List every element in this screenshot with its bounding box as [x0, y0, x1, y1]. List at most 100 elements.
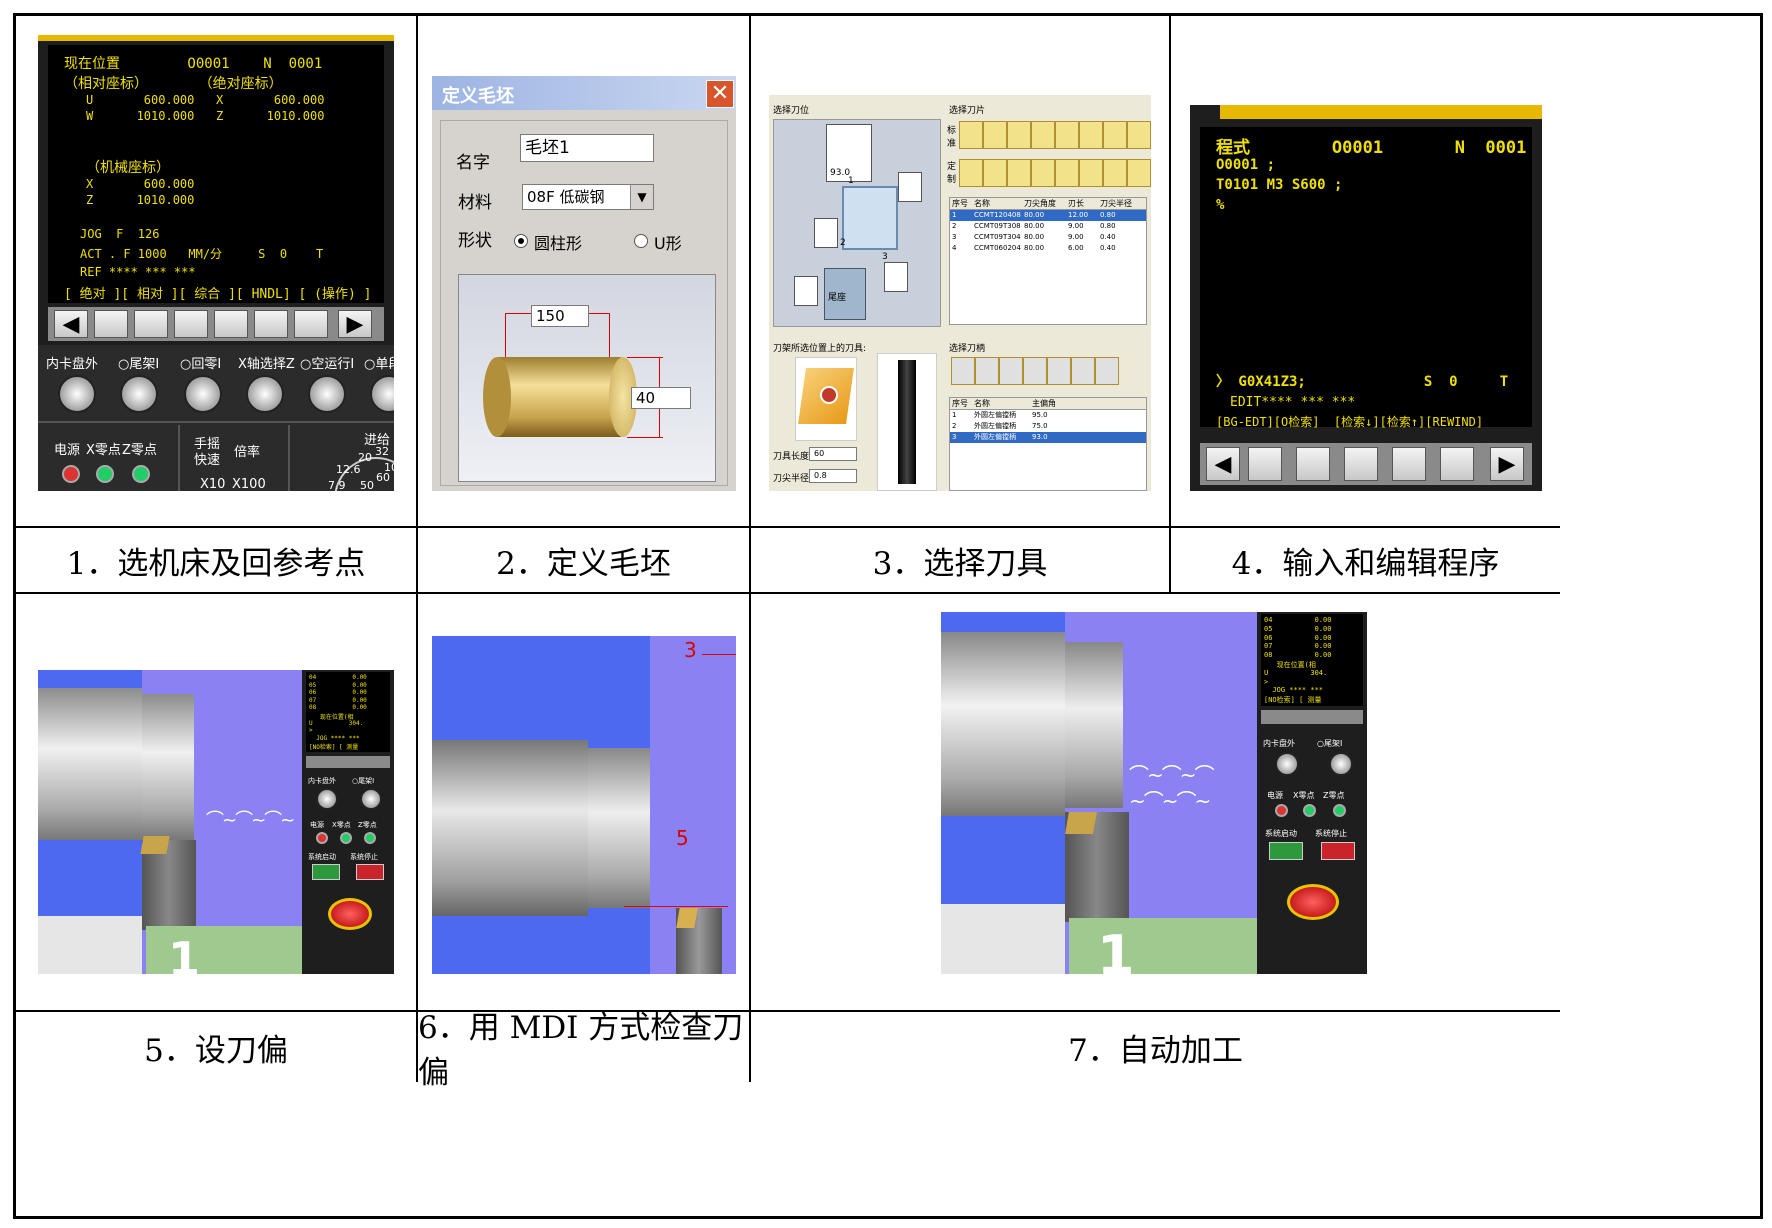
table-row[interactable]: 2 外圆左偏镗柄 75.0 — [950, 421, 1146, 432]
chevron-down-icon[interactable]: ▼ — [630, 185, 653, 209]
insert-shape-icon[interactable] — [1031, 159, 1055, 187]
softkey-button[interactable] — [134, 310, 168, 338]
softkey-button[interactable] — [214, 310, 248, 338]
selector-knob[interactable] — [308, 375, 346, 413]
table-cell: 0.40 — [1100, 233, 1116, 241]
turret-slot[interactable] — [794, 276, 818, 306]
insert-shape-icon[interactable] — [1055, 159, 1079, 187]
selector-knob[interactable] — [370, 375, 394, 413]
workpiece — [38, 688, 142, 840]
table-row[interactable]: 3 CCMT09T304 80.00 9.00 0.40 — [950, 232, 1146, 243]
turret-slot[interactable] — [898, 172, 922, 202]
selector-knob[interactable] — [360, 788, 382, 810]
holder-shape-icon[interactable] — [999, 357, 1023, 385]
softkey-button[interactable] — [94, 310, 128, 338]
screen-line: ACT . F 1000 MM/分 S 0 T — [80, 247, 324, 261]
insert-shape-icon[interactable] — [959, 159, 983, 187]
softkey-button[interactable] — [294, 310, 328, 338]
insert-shape-icon[interactable] — [1127, 159, 1151, 187]
close-icon[interactable]: ✕ — [706, 80, 734, 108]
tip-radius-input[interactable]: 0.8 — [809, 469, 857, 483]
table-row[interactable]: 1 CCMT120408 80.00 12.00 0.80 — [950, 210, 1146, 221]
prev-softkey-button[interactable]: ◀ — [54, 310, 88, 338]
power-led — [316, 832, 328, 844]
blank-preview: 150 40 — [458, 274, 716, 482]
system-stop-button[interactable] — [356, 864, 384, 880]
emergency-stop-button[interactable] — [1287, 884, 1339, 920]
prev-softkey-button[interactable]: ◀ — [1206, 447, 1240, 481]
table-row[interactable]: 1 外圆左偏镗柄 95.0 — [950, 410, 1146, 421]
operator-panel: 内卡盘外 ○尾架Ⅰ ○回零Ⅰ X轴选择Z ○空运行Ⅰ ○单段 电源 X零点 Z零… — [38, 345, 394, 491]
cylinder-radio[interactable] — [514, 234, 528, 248]
insert-shape-icon[interactable] — [1031, 121, 1055, 149]
softkey-button[interactable] — [174, 310, 208, 338]
insert-shape-icon[interactable] — [983, 159, 1007, 187]
holder-shape-icon[interactable] — [1071, 357, 1095, 385]
led-label: X零点 — [1293, 791, 1315, 800]
insert-shape-icon[interactable] — [1103, 159, 1127, 187]
table-cell: 9.00 — [1068, 233, 1084, 241]
table-row[interactable]: 4 CCMT060204 80.00 6.00 0.40 — [950, 243, 1146, 254]
holder-shape-icon[interactable] — [975, 357, 999, 385]
tool-length-input[interactable]: 60 — [809, 447, 857, 461]
screen-softkeys: [BG-EDT][O检索] [检索↓][检索↑][REWIND] — [1216, 415, 1484, 429]
cylinder-end — [483, 357, 511, 437]
softkey-button[interactable] — [1248, 447, 1282, 481]
emergency-stop-button[interactable] — [328, 898, 372, 930]
holder-title: 选择刀柄 — [949, 344, 986, 354]
insert-shape-icon[interactable] — [1127, 121, 1151, 149]
selector-knob[interactable] — [246, 375, 284, 413]
table-cell: 外圆左偏镗柄 — [974, 422, 1016, 430]
system-stop-button[interactable] — [1321, 842, 1355, 860]
diameter-input[interactable]: 40 — [631, 387, 691, 409]
insert-shape-icon[interactable] — [1079, 121, 1103, 149]
dial-tick: 10 — [384, 461, 394, 474]
table-row[interactable]: 3 外圆左偏镗柄 93.0 — [950, 432, 1146, 443]
insert-shape-icon[interactable] — [1007, 121, 1031, 149]
holder-shape-icon[interactable] — [1023, 357, 1047, 385]
insert-shape-icon[interactable] — [1103, 121, 1127, 149]
input-line[interactable]: 〉 G0X41Z3; S 0 T — [1216, 371, 1508, 391]
selector-knob[interactable] — [120, 375, 158, 413]
selector-knob[interactable] — [184, 375, 222, 413]
next-softkey-button[interactable]: ▶ — [338, 310, 372, 338]
table-cell: 1 — [952, 211, 957, 219]
table-cell: CCMT09T304 — [974, 233, 1021, 241]
holder-preview — [877, 353, 937, 491]
caption-6: 6．用 MDI 方式检查刀偏 — [418, 1010, 751, 1091]
insert-shape-icon[interactable] — [983, 121, 1007, 149]
length-input[interactable]: 150 — [531, 305, 589, 327]
col-header: 序号 — [952, 399, 968, 408]
screen-line: JOG F 126 — [80, 227, 160, 241]
system-start-button[interactable] — [312, 864, 340, 880]
insert-shape-icon[interactable] — [1007, 159, 1031, 187]
u-shape-radio[interactable] — [634, 234, 648, 248]
name-input[interactable]: 毛坯1 — [520, 134, 654, 162]
holder-shape-icon[interactable] — [1047, 357, 1071, 385]
table-cell: 75.0 — [1032, 422, 1048, 430]
table-row[interactable]: 2 CCMT09T308 80.00 9.00 0.80 — [950, 221, 1146, 232]
selector-knob[interactable] — [316, 788, 338, 810]
selector-knob[interactable] — [58, 375, 96, 413]
softkey-button[interactable] — [1392, 447, 1426, 481]
turret-slot[interactable] — [884, 262, 908, 292]
turret-slot[interactable] — [814, 218, 838, 248]
softkey-button[interactable] — [1440, 447, 1474, 481]
insert-shape-icon[interactable] — [1079, 159, 1103, 187]
softkey-button[interactable] — [1344, 447, 1378, 481]
material-select[interactable]: 08F 低碳钢 ▼ — [522, 184, 654, 210]
cnc-screen: 现在位置 O0001 N 0001 （相对座标） （绝对座标） U 600.00… — [48, 45, 384, 303]
next-softkey-button[interactable]: ▶ — [1490, 447, 1524, 481]
selector-knob[interactable] — [1275, 752, 1299, 776]
softkey-button[interactable] — [1296, 447, 1330, 481]
insert-shape-icon[interactable] — [959, 121, 983, 149]
caption-7: 7．自动加工 — [1068, 1032, 1243, 1069]
insert-shape-icon[interactable] — [1055, 121, 1079, 149]
cell-5: 1 ⌒~⌒~⌒~ 04 0.00 05 0.00 06 0.00 07 0.00 08 … — [16, 594, 418, 1012]
system-start-button[interactable] — [1269, 842, 1303, 860]
led-label: X零点 — [86, 443, 121, 458]
softkey-button[interactable] — [254, 310, 288, 338]
holder-shape-icon[interactable] — [951, 357, 975, 385]
selector-knob[interactable] — [1329, 752, 1353, 776]
holder-shape-icon[interactable] — [1095, 357, 1119, 385]
